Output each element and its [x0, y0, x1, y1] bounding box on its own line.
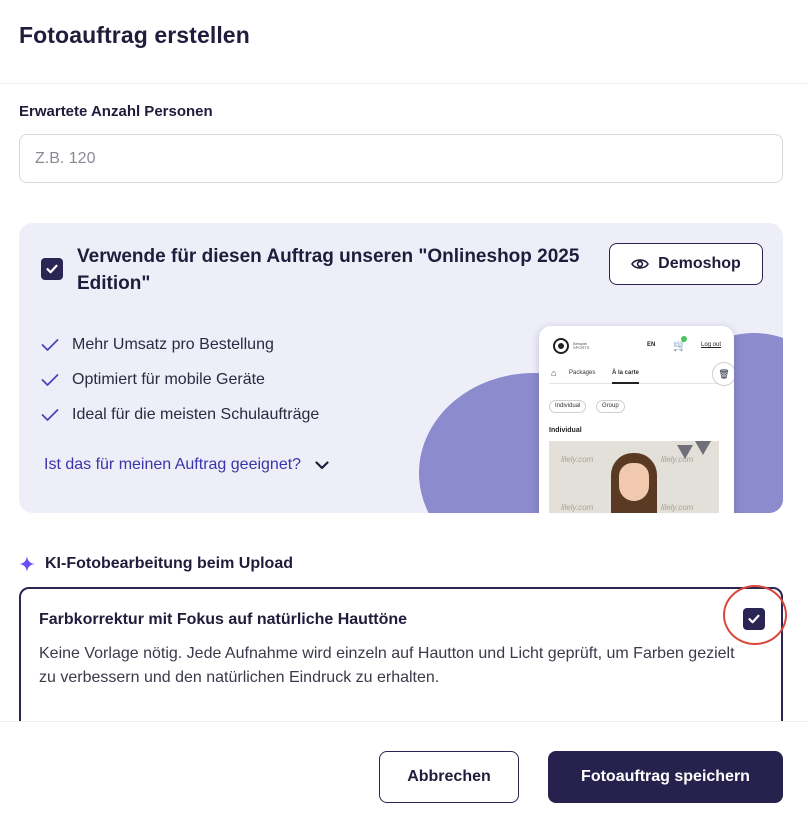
preview-nav-alacarte: À la carte	[612, 370, 640, 384]
sparkle-icon	[19, 556, 35, 572]
chevron-down-icon	[315, 460, 329, 469]
dialog-header: Fotoauftrag erstellen	[0, 0, 807, 84]
preview-logout: Log out	[701, 342, 722, 348]
demoshop-label: Demoshop	[658, 255, 741, 272]
decor-dot-small	[473, 393, 486, 406]
home-icon: ⌂	[551, 368, 557, 378]
benefit-text: Ideal für die meisten Schulaufträge	[72, 405, 320, 423]
persons-label: Erwartete Anzahl Personen	[19, 103, 213, 120]
preview-watermark: lilely.com	[561, 503, 594, 512]
check-icon	[41, 338, 59, 351]
decor-dot-medium	[451, 409, 473, 431]
trash-icon: 🗑	[712, 362, 734, 386]
ki-heading-text: KI-Fotobearbeitung beim Upload	[45, 555, 293, 572]
cancel-button[interactable]: Abbrechen	[379, 751, 519, 803]
demoshop-button[interactable]: Demoshop	[609, 243, 763, 285]
preview-watermark: lilely.com	[561, 455, 594, 464]
preview-language: EN	[647, 342, 656, 348]
ki-option-description: Keine Vorlage nötig. Jede Aufnahme wird …	[39, 645, 735, 686]
persons-input[interactable]	[19, 134, 783, 183]
portrait-face	[619, 463, 649, 501]
ki-option-card[interactable]: Farbkorrektur mit Fokus auf natürliche H…	[19, 587, 783, 737]
preview-section-title: Individual	[549, 427, 582, 434]
preview-nav-packages: Packages	[569, 370, 596, 376]
dialog-title: Fotoauftrag erstellen	[19, 22, 250, 48]
ki-section-heading: KI-Fotobearbeitung beim Upload	[19, 555, 293, 573]
preview-brand: Beispiel SPORTS	[573, 341, 590, 350]
ki-option-title: Farbkorrektur mit Fokus auf natürliche H…	[39, 611, 408, 628]
check-icon	[41, 373, 59, 386]
preview-topbar: Beispiel SPORTS EN 🛒 Log out	[549, 336, 729, 358]
shop-preview-phone: Beispiel SPORTS EN 🛒 Log out ⌂ Packages …	[539, 326, 734, 513]
benefit-list: Mehr Umsatz pro Bestellung Optimiert für…	[41, 327, 319, 432]
preview-logo-icon	[553, 338, 569, 354]
bunting-flag	[695, 441, 711, 455]
benefit-item: Mehr Umsatz pro Bestellung	[41, 327, 319, 362]
bunting-flag	[677, 445, 693, 459]
benefit-item: Ideal für die meisten Schulaufträge	[41, 397, 319, 432]
benefit-item: Optimiert für mobile Geräte	[41, 362, 319, 397]
onlineshop-card: Verwende für diesen Auftrag unseren "Onl…	[19, 223, 783, 513]
check-icon	[41, 408, 59, 421]
benefit-text: Mehr Umsatz pro Bestellung	[72, 335, 274, 353]
preview-chip-group: Group	[596, 400, 625, 413]
eye-icon	[631, 259, 650, 269]
suitable-link[interactable]: Ist das für meinen Auftrag geeignet?	[44, 456, 329, 474]
checkmark-icon	[46, 264, 58, 274]
onlineshop-checkbox[interactable]	[41, 258, 63, 280]
preview-portrait-photo: lilely.com lilely.com lilely.com lilely.…	[549, 441, 719, 513]
save-order-button[interactable]: Fotoauftrag speichern	[548, 751, 783, 803]
suitable-link-label: Ist das für meinen Auftrag geeignet?	[44, 456, 302, 473]
preview-watermark: lilely.com	[661, 503, 694, 512]
highlight-circle	[723, 585, 787, 645]
preview-chip-individual: Individual	[549, 400, 587, 413]
onlineshop-title: Verwende für diesen Auftrag unseren "Onl…	[77, 246, 580, 294]
cart-badge	[681, 336, 687, 342]
preview-nav: ⌂ Packages À la carte	[549, 364, 729, 384]
benefit-text: Optimiert für mobile Geräte	[72, 370, 265, 388]
